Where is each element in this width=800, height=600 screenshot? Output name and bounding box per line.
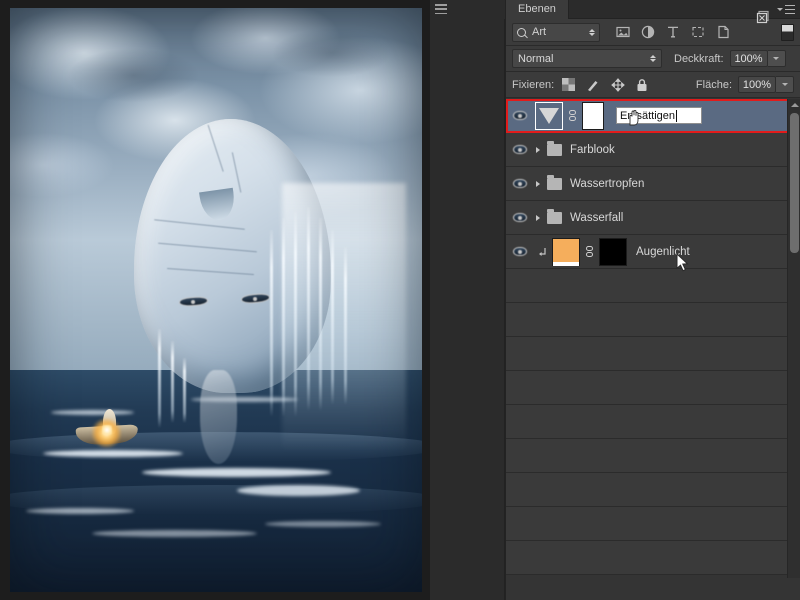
filter-kind-icons[interactable] — [616, 25, 730, 39]
layer-name-label: Wassertropfen — [570, 177, 645, 190]
table-row[interactable] — [506, 405, 800, 439]
layer-name-input[interactable]: Entsättigen — [616, 107, 702, 124]
strip-tab — [430, 0, 505, 19]
group-disclosure-triangle-icon[interactable] — [533, 146, 547, 153]
blend-mode-row[interactable]: Normal Deckkraft: 100% — [506, 46, 800, 72]
scrollbar-thumb[interactable] — [790, 113, 799, 253]
lock-label: Fixieren: — [512, 78, 555, 91]
layer-thumbnail[interactable] — [552, 237, 580, 266]
table-row[interactable] — [506, 269, 800, 303]
tab-ebenen[interactable]: Ebenen — [506, 0, 569, 19]
text-caret — [676, 109, 678, 122]
adjustment-layer-icon[interactable] — [641, 25, 655, 39]
layer-name-label: Augenlicht — [636, 245, 690, 258]
layer-visibility-toggle[interactable] — [506, 111, 533, 120]
layers-panel[interactable]: Ebenen Art Normal Deckkraft: 100% Fixier… — [505, 0, 800, 600]
layer-list[interactable]: Entsättigen Farblook Wassertropfen Wasse… — [506, 99, 800, 600]
smart-object-badge-icon — [756, 10, 769, 24]
table-row[interactable] — [506, 337, 800, 371]
layer-thumbnail-vibrance-icon[interactable] — [535, 101, 563, 130]
folder-icon — [547, 208, 562, 224]
layer-visibility-toggle[interactable] — [506, 179, 533, 188]
search-icon — [517, 27, 526, 37]
document-image[interactable] — [10, 8, 422, 592]
eye-icon — [512, 247, 527, 256]
table-row[interactable]: Wasserfall — [506, 201, 800, 235]
photoshop-window: Ebenen Art Normal Deckkraft: 100% Fixier… — [0, 0, 800, 600]
lock-row[interactable]: Fixieren: Fläche: 100% — [506, 72, 800, 98]
lock-icons[interactable] — [562, 77, 648, 92]
eye-icon — [512, 179, 527, 188]
lock-position-icon[interactable] — [611, 77, 626, 92]
table-row[interactable]: Augenlicht — [506, 235, 800, 269]
layer-mask-thumbnail[interactable] — [599, 237, 627, 266]
table-row[interactable]: Farblook — [506, 133, 800, 167]
link-icon[interactable] — [568, 109, 577, 123]
filter-kind-select[interactable]: Art — [512, 22, 600, 42]
fill-value[interactable]: 100% — [738, 76, 776, 93]
lantern-core — [102, 424, 113, 436]
group-disclosure-triangle-icon[interactable] — [533, 180, 547, 187]
table-row[interactable] — [506, 541, 800, 575]
pixel-layer-icon[interactable] — [616, 25, 630, 39]
clipping-mask-arrow-icon — [539, 247, 546, 256]
layers-panel-menu-icon[interactable] — [777, 3, 795, 16]
eye-icon — [512, 145, 527, 154]
fill-chevron-icon[interactable] — [776, 76, 794, 93]
layer-visibility-toggle[interactable] — [506, 247, 533, 256]
table-row[interactable] — [506, 507, 800, 541]
eye-icon — [512, 213, 527, 222]
opacity-chevron-icon[interactable] — [767, 50, 786, 67]
filter-toggle-switch[interactable] — [781, 23, 794, 41]
opacity-control[interactable]: 100% — [729, 50, 786, 67]
table-row[interactable]: Wassertropfen — [506, 167, 800, 201]
eye-icon — [512, 111, 527, 120]
lock-image-icon[interactable] — [586, 78, 600, 92]
folder-icon — [547, 174, 562, 190]
blend-chevron-icon[interactable] — [650, 55, 656, 62]
filter-kind-label: Art — [532, 26, 547, 38]
table-row[interactable] — [506, 439, 800, 473]
blend-mode-value: Normal — [518, 52, 554, 65]
scroll-up-arrow-icon[interactable] — [790, 100, 799, 109]
group-disclosure-triangle-icon[interactable] — [533, 214, 547, 221]
lock-transparency-icon[interactable] — [562, 78, 576, 91]
table-row[interactable] — [506, 473, 800, 507]
type-layer-icon[interactable] — [666, 25, 680, 39]
smart-object-icon[interactable] — [716, 25, 730, 39]
link-icon[interactable] — [585, 245, 594, 259]
layer-name-label: Wasserfall — [570, 211, 624, 224]
collapsed-panel-strip[interactable] — [430, 0, 505, 600]
layer-visibility-toggle[interactable] — [506, 213, 533, 222]
layers-scrollbar[interactable] — [787, 99, 800, 578]
layer-name-value: Entsättigen — [620, 109, 676, 122]
opacity-label: Deckkraft: — [674, 52, 724, 65]
shape-layer-icon[interactable] — [691, 25, 705, 39]
canvas-area[interactable] — [0, 0, 430, 600]
layer-name-label: Farblook — [570, 143, 615, 156]
table-row[interactable] — [506, 303, 800, 337]
blend-mode-select[interactable]: Normal — [512, 49, 662, 68]
folder-icon — [547, 140, 562, 156]
chevron-updown-icon[interactable] — [589, 28, 595, 36]
table-row[interactable]: Entsättigen — [506, 99, 800, 133]
layer-mask-thumbnail[interactable] — [582, 101, 604, 130]
opacity-value[interactable]: 100% — [729, 50, 768, 67]
right-dock: Ebenen Art Normal Deckkraft: 100% Fixier… — [430, 0, 800, 600]
fill-label: Fläche: — [695, 78, 732, 91]
lock-all-icon[interactable] — [636, 78, 648, 92]
layer-visibility-toggle[interactable] — [506, 145, 533, 154]
fill-control[interactable]: 100% — [738, 76, 794, 93]
table-row[interactable] — [506, 371, 800, 405]
strip-menu-icon[interactable] — [435, 4, 447, 14]
